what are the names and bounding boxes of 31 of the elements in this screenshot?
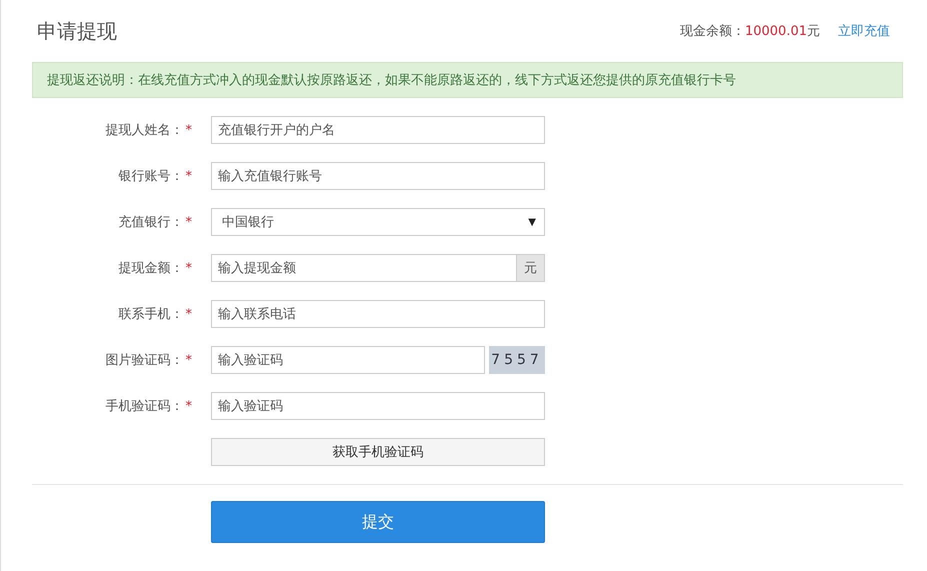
field-label: 提现金额： [118, 261, 184, 276]
required-mark: * [186, 215, 192, 230]
balance-value: 10000.01 [744, 24, 807, 38]
input-field[interactable]: 输入验证码 [211, 346, 485, 374]
input-field[interactable]: 输入验证码 [211, 392, 545, 420]
input-field[interactable]: 输入提现金额 [211, 254, 517, 282]
field-label: 手机验证码： [106, 399, 184, 414]
required-mark: * [186, 261, 192, 276]
field-label: 图片验证码： [106, 353, 184, 368]
page-title: 申请提现 [37, 18, 117, 44]
required-mark: * [186, 307, 192, 322]
recharge-link[interactable]: 立即充值 [838, 22, 890, 40]
field-label: 联系手机： [118, 307, 184, 322]
required-mark: * [186, 123, 192, 138]
select-field[interactable]: 中国银行 ▼ [211, 208, 545, 236]
input-field[interactable]: 输入联系电话 [211, 300, 545, 328]
unit-addon: 元 [517, 254, 545, 282]
notice-banner: 提现返还说明：在线充值方式冲入的现金默认按原路返还，如果不能原路返还的，线下方式返还您提供的原充值银行卡号 [32, 62, 903, 98]
balance-label: 现金余额： [680, 23, 745, 40]
get-code-button[interactable]: 获取手机验证码 [211, 438, 545, 466]
required-mark: * [186, 353, 192, 368]
captcha-image[interactable]: 7557 [489, 346, 545, 374]
required-mark: * [186, 169, 192, 184]
field-label: 充值银行： [118, 215, 184, 230]
input-field[interactable]: 充值银行开户的户名 [211, 116, 545, 144]
balance-unit: 元 [807, 23, 820, 40]
submit-button[interactable]: 提交 [211, 501, 545, 543]
field-label: 银行账号： [118, 169, 184, 184]
field-label: 提现人姓名： [106, 123, 184, 138]
input-field[interactable]: 输入充值银行账号 [211, 162, 545, 190]
required-mark: * [186, 399, 192, 414]
